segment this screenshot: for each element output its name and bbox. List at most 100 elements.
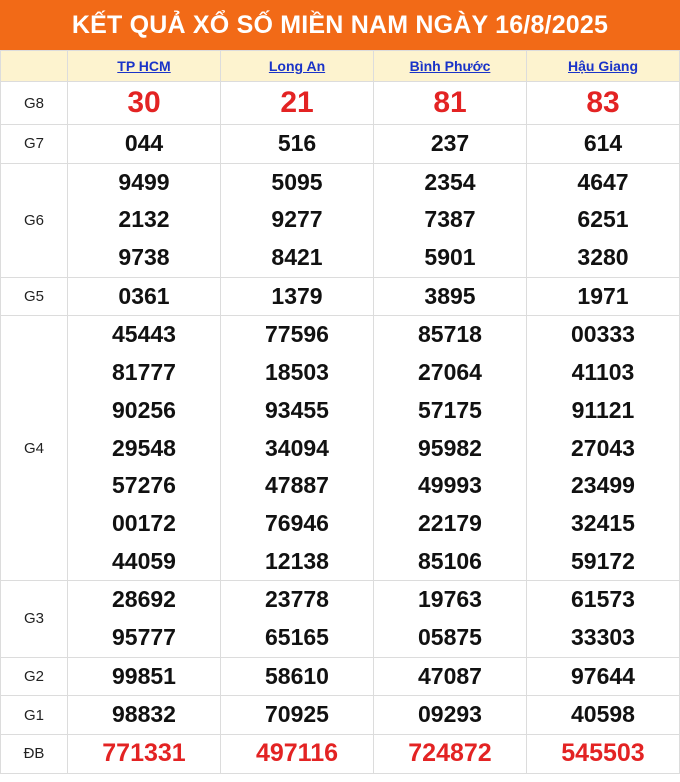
province-link-tp-hcm[interactable]: TP HCM bbox=[117, 58, 170, 74]
winning-number: 57276 bbox=[112, 472, 176, 499]
winning-number: 81777 bbox=[112, 359, 176, 386]
corner-cell bbox=[0, 50, 68, 82]
prize-cell: 497116 bbox=[220, 734, 374, 774]
province-link-hau-giang[interactable]: Hậu Giang bbox=[568, 58, 638, 74]
winning-number: 77596 bbox=[265, 321, 329, 348]
prize-cell: 2354 7387 5901 bbox=[373, 162, 527, 278]
winning-number: 76946 bbox=[265, 509, 329, 536]
winning-number: 1379 bbox=[271, 282, 323, 309]
winning-number: 23778 bbox=[265, 586, 329, 613]
winning-number: 516 bbox=[277, 130, 317, 156]
winning-number: 5095 bbox=[271, 168, 323, 195]
prize-cell: 724872 bbox=[373, 734, 527, 774]
prize-cell: 77596 18503 93455 34094 47887 76946 12138 bbox=[220, 315, 374, 582]
prize-cell: 70925 bbox=[220, 695, 374, 735]
prize-row: G5 0361 1379 3895 1971 bbox=[0, 276, 680, 317]
winning-number: 34094 bbox=[265, 434, 329, 461]
winning-number: 9277 bbox=[271, 206, 323, 233]
winning-number: 44059 bbox=[112, 547, 176, 574]
prize-label: G5 bbox=[0, 276, 68, 317]
winning-number: 27064 bbox=[418, 359, 482, 386]
prize-label: G1 bbox=[0, 695, 68, 735]
winning-number: 81 bbox=[433, 86, 467, 119]
winning-number: 47087 bbox=[418, 662, 482, 689]
winning-number: 98832 bbox=[112, 701, 176, 728]
winning-number: 9738 bbox=[118, 244, 170, 271]
prize-row: ĐB 771331 497116 724872 545503 bbox=[0, 734, 680, 774]
winning-number: 0361 bbox=[118, 282, 170, 309]
prize-cell: 30 bbox=[67, 81, 221, 125]
prize-label: ĐB bbox=[0, 734, 68, 774]
winning-number: 97644 bbox=[571, 662, 635, 689]
winning-number: 22179 bbox=[418, 509, 482, 536]
prize-cell: 81 bbox=[373, 81, 527, 125]
prize-cell: 28692 95777 bbox=[67, 580, 221, 658]
prize-cell: 1379 bbox=[220, 276, 374, 317]
winning-number: 724872 bbox=[408, 739, 492, 767]
winning-number: 70925 bbox=[265, 701, 329, 728]
province-header[interactable]: Long An bbox=[220, 50, 374, 82]
province-header[interactable]: Hậu Giang bbox=[526, 50, 680, 82]
winning-number: 93455 bbox=[265, 396, 329, 423]
province-link-long-an[interactable]: Long An bbox=[269, 58, 325, 74]
prize-cell: 97644 bbox=[526, 656, 680, 697]
prize-cell: 044 bbox=[67, 124, 221, 164]
winning-number: 545503 bbox=[561, 739, 645, 767]
prize-cell: 237 bbox=[373, 124, 527, 164]
prize-cell: 45443 81777 90256 29548 57276 00172 44059 bbox=[67, 315, 221, 582]
prize-row: G1 98832 70925 09293 40598 bbox=[0, 695, 680, 735]
prize-cell: 85718 27064 57175 95982 49993 22179 85106 bbox=[373, 315, 527, 582]
winning-number: 29548 bbox=[112, 434, 176, 461]
prize-cell: 21 bbox=[220, 81, 374, 125]
winning-number: 59172 bbox=[571, 547, 635, 574]
winning-number: 9499 bbox=[118, 168, 170, 195]
province-link-binh-phuoc[interactable]: Bình Phước bbox=[410, 58, 491, 74]
winning-number: 18503 bbox=[265, 359, 329, 386]
winning-number: 5901 bbox=[424, 244, 476, 271]
winning-number: 85718 bbox=[418, 321, 482, 348]
prize-cell: 516 bbox=[220, 124, 374, 164]
winning-number: 83 bbox=[586, 86, 620, 119]
prize-label: G8 bbox=[0, 81, 68, 125]
prize-cell: 4647 6251 3280 bbox=[526, 162, 680, 278]
prize-row: G6 9499 2132 9738 5095 9277 8421 2354 7387 5901 46… bbox=[0, 162, 680, 278]
prize-cell: 00333 41103 91121 27043 23499 32415 59172 bbox=[526, 315, 680, 582]
winning-number: 47887 bbox=[265, 472, 329, 499]
winning-number: 30 bbox=[127, 86, 161, 119]
province-header-row: TP HCM Long An Bình Phước Hậu Giang bbox=[0, 50, 680, 82]
winning-number: 7387 bbox=[424, 206, 476, 233]
winning-number: 771331 bbox=[102, 739, 186, 767]
prize-row: G8 30 21 81 83 bbox=[0, 81, 680, 125]
winning-number: 23499 bbox=[571, 472, 635, 499]
prize-cell: 771331 bbox=[67, 734, 221, 774]
prize-label: G7 bbox=[0, 124, 68, 164]
winning-number: 99851 bbox=[112, 662, 176, 689]
prize-cell: 1971 bbox=[526, 276, 680, 317]
province-header[interactable]: TP HCM bbox=[67, 50, 221, 82]
winning-number: 4647 bbox=[577, 168, 629, 195]
winning-number: 09293 bbox=[418, 701, 482, 728]
province-header[interactable]: Bình Phước bbox=[373, 50, 527, 82]
prize-row: G4 45443 81777 90256 29548 57276 00172 44059 775… bbox=[0, 315, 680, 582]
winning-number: 3895 bbox=[424, 282, 476, 309]
winning-number: 49993 bbox=[418, 472, 482, 499]
prize-rows: G8 30 21 81 83 G7 044 516 237 614 G6 9499 2132 9738 50… bbox=[0, 81, 680, 774]
prize-cell: 614 bbox=[526, 124, 680, 164]
winning-number: 19763 bbox=[418, 586, 482, 613]
prize-cell: 83 bbox=[526, 81, 680, 125]
winning-number: 2354 bbox=[424, 168, 476, 195]
prize-cell: 58610 bbox=[220, 656, 374, 697]
winning-number: 05875 bbox=[418, 623, 482, 650]
prize-label: G6 bbox=[0, 162, 68, 278]
prize-cell: 5095 9277 8421 bbox=[220, 162, 374, 278]
winning-number: 8421 bbox=[271, 244, 323, 271]
prize-label: G4 bbox=[0, 315, 68, 582]
prize-cell: 19763 05875 bbox=[373, 580, 527, 658]
winning-number: 61573 bbox=[571, 586, 635, 613]
winning-number: 45443 bbox=[112, 321, 176, 348]
page-title: KẾT QUẢ XỔ SỐ MIỀN NAM NGÀY 16/8/2025 bbox=[0, 0, 680, 50]
prize-cell: 40598 bbox=[526, 695, 680, 735]
prize-label: G2 bbox=[0, 656, 68, 697]
prize-cell: 0361 bbox=[67, 276, 221, 317]
winning-number: 614 bbox=[583, 130, 623, 156]
